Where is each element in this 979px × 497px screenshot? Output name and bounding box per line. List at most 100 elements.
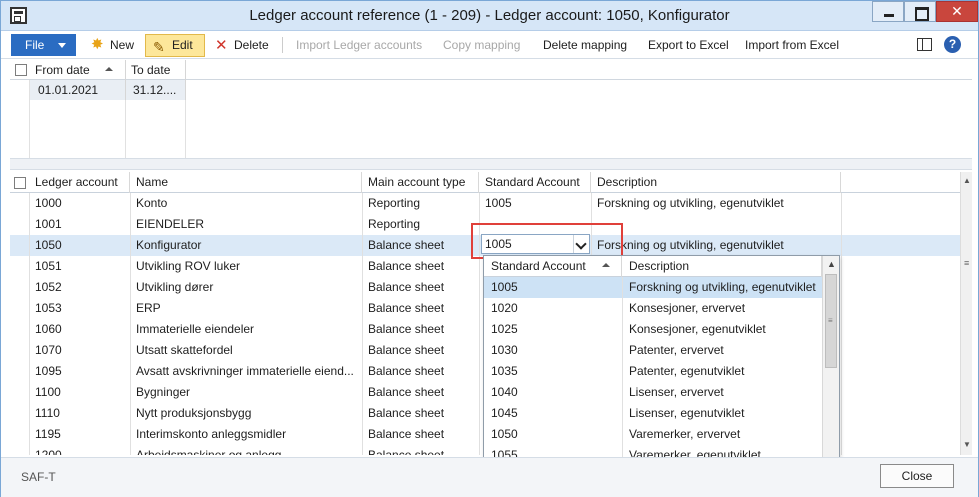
main-account-type-cell[interactable]: Reporting — [362, 193, 479, 214]
main-account-type-cell[interactable]: Balance sheet — [362, 235, 479, 256]
to-date-header[interactable]: To date — [126, 60, 186, 80]
from-date-cell[interactable]: 01.01.2021 — [30, 80, 126, 100]
name-cell[interactable]: Avsatt avskrivninger immaterielle eiend.… — [130, 361, 362, 382]
name-cell[interactable]: EIENDELER — [130, 214, 362, 235]
standard-account-header[interactable]: Standard Account — [479, 172, 591, 193]
lookup-description-cell[interactable]: Konsesjoner, ervervet — [622, 298, 822, 319]
ledger-account-cell[interactable]: 1200 — [29, 445, 130, 455]
name-cell[interactable]: Utvikling dører — [130, 277, 362, 298]
select-all-dates-checkbox[interactable] — [15, 64, 27, 76]
to-date-cell[interactable]: 31.12.... — [126, 80, 186, 100]
scroll-down-icon[interactable]: ▼ — [963, 440, 971, 449]
pane-divider[interactable] — [10, 158, 972, 170]
main-account-type-cell[interactable]: Balance sheet — [362, 277, 479, 298]
file-menu-button[interactable]: File — [11, 34, 76, 56]
ledger-account-cell[interactable]: 1001 — [29, 214, 130, 235]
new-button[interactable]: ✸ New — [90, 35, 134, 56]
ledger-account-cell[interactable]: 1195 — [29, 424, 130, 445]
edit-button[interactable]: ✎ Edit — [145, 34, 205, 57]
main-account-type-header[interactable]: Main account type — [362, 172, 479, 193]
ledger-account-header[interactable]: Ledger account — [29, 172, 130, 193]
scroll-thumb[interactable]: ≡ — [825, 274, 837, 368]
lookup-code-cell[interactable]: 1040 — [484, 382, 622, 403]
lookup-code-cell[interactable]: 1025 — [484, 319, 622, 340]
main-account-type-cell[interactable]: Balance sheet — [362, 403, 479, 424]
close-button[interactable]: Close — [880, 464, 954, 488]
lookup-description-header[interactable]: Description — [622, 256, 822, 277]
lookup-standard-account-header[interactable]: Standard Account — [484, 256, 622, 277]
name-cell[interactable]: Nytt produksjonsbygg — [130, 403, 362, 424]
table-row[interactable]: 1000 Konto Reporting 1005 Forskning og utvik… — [10, 193, 960, 214]
lookup-description-cell[interactable]: Patenter, egenutviklet — [622, 361, 822, 382]
lookup-row[interactable]: 1005 Forskning og utvikling, egenutviklet — [484, 277, 822, 298]
name-cell[interactable]: Immaterielle eiendeler — [130, 319, 362, 340]
scroll-up-icon[interactable]: ▲ — [827, 259, 836, 269]
delete-button[interactable]: ✕ Delete — [214, 35, 269, 56]
grid-vertical-scrollbar[interactable]: ▲ ≡ ▼ — [960, 172, 972, 455]
lookup-row[interactable]: 1035 Patenter, egenutviklet — [484, 361, 822, 382]
select-all-rows-checkbox[interactable] — [14, 177, 26, 189]
lookup-description-cell[interactable]: Konsesjoner, egenutviklet — [622, 319, 822, 340]
main-account-type-cell[interactable]: Balance sheet — [362, 382, 479, 403]
name-cell[interactable]: Utvikling ROV luker — [130, 256, 362, 277]
name-cell[interactable]: Utsatt skattefordel — [130, 340, 362, 361]
date-row[interactable]: 01.01.2021 31.12.... — [30, 80, 186, 100]
main-account-type-cell[interactable]: Balance sheet — [362, 298, 479, 319]
lookup-row[interactable]: 1030 Patenter, ervervet — [484, 340, 822, 361]
minimize-button[interactable] — [872, 1, 904, 22]
name-header[interactable]: Name — [130, 172, 362, 193]
ledger-account-cell[interactable]: 1110 — [29, 403, 130, 424]
main-account-type-cell[interactable]: Balance sheet — [362, 424, 479, 445]
lookup-row[interactable]: 1025 Konsesjoner, egenutviklet — [484, 319, 822, 340]
main-account-type-cell[interactable]: Balance sheet — [362, 319, 479, 340]
import-ledger-accounts-button[interactable]: Import Ledger accounts — [296, 35, 422, 56]
description-header[interactable]: Description — [591, 172, 841, 193]
name-cell[interactable]: ERP — [130, 298, 362, 319]
lookup-description-cell[interactable]: Forskning og utvikling, egenutviklet — [622, 277, 822, 298]
import-from-excel-button[interactable]: Import from Excel — [745, 35, 839, 56]
close-window-button[interactable]: ✕ — [936, 1, 978, 22]
ledger-account-cell[interactable]: 1095 — [29, 361, 130, 382]
lookup-row[interactable]: 1045 Lisenser, egenutviklet — [484, 403, 822, 424]
lookup-code-cell[interactable]: 1030 — [484, 340, 622, 361]
main-account-type-cell[interactable]: Reporting — [362, 214, 479, 235]
copy-mapping-button[interactable]: Copy mapping — [443, 35, 520, 56]
main-account-type-cell[interactable]: Balance sheet — [362, 445, 479, 455]
name-cell[interactable]: Konto — [130, 193, 362, 214]
lookup-vertical-scrollbar[interactable]: ▲ ≡ ▼ — [822, 256, 839, 482]
ledger-account-cell[interactable]: 1060 — [29, 319, 130, 340]
name-cell[interactable]: Bygninger — [130, 382, 362, 403]
lookup-code-cell[interactable]: 1050 — [484, 424, 622, 445]
help-icon[interactable]: ? — [944, 36, 961, 53]
description-cell[interactable] — [591, 214, 841, 235]
name-cell[interactable]: Konfigurator — [130, 235, 362, 256]
main-account-type-cell[interactable]: Balance sheet — [362, 340, 479, 361]
description-cell[interactable]: Forskning og utvikling, egenutviklet — [591, 235, 841, 256]
export-to-excel-button[interactable]: Export to Excel — [648, 35, 729, 56]
lookup-code-cell[interactable]: 1020 — [484, 298, 622, 319]
ledger-account-cell[interactable]: 1050 — [29, 235, 130, 256]
ledger-account-cell[interactable]: 1070 — [29, 340, 130, 361]
ledger-account-cell[interactable]: 1053 — [29, 298, 130, 319]
ledger-account-cell[interactable]: 1000 — [29, 193, 130, 214]
lookup-description-cell[interactable]: Lisenser, ervervet — [622, 382, 822, 403]
lookup-description-cell[interactable]: Lisenser, egenutviklet — [622, 403, 822, 424]
lookup-row[interactable]: 1020 Konsesjoner, ervervet — [484, 298, 822, 319]
standard-account-cell[interactable]: 1005 — [479, 193, 591, 214]
name-cell[interactable]: Interimskonto anleggsmidler — [130, 424, 362, 445]
main-account-type-cell[interactable]: Balance sheet — [362, 361, 479, 382]
lookup-description-cell[interactable]: Varemerker, ervervet — [622, 424, 822, 445]
delete-mapping-button[interactable]: Delete mapping — [543, 35, 627, 56]
name-cell[interactable]: Arbeidsmaskiner og anlegg — [130, 445, 362, 455]
ledger-account-cell[interactable]: 1051 — [29, 256, 130, 277]
ledger-account-cell[interactable]: 1052 — [29, 277, 130, 298]
ledger-account-cell[interactable]: 1100 — [29, 382, 130, 403]
from-date-header[interactable]: From date — [30, 60, 126, 80]
main-account-type-cell[interactable]: Balance sheet — [362, 256, 479, 277]
scroll-up-icon[interactable]: ▲ — [963, 176, 971, 185]
lookup-row[interactable]: 1050 Varemerker, ervervet — [484, 424, 822, 445]
lookup-code-cell[interactable]: 1035 — [484, 361, 622, 382]
lookup-description-cell[interactable]: Patenter, ervervet — [622, 340, 822, 361]
lookup-code-cell[interactable]: 1005 — [484, 277, 622, 298]
lookup-row[interactable]: 1040 Lisenser, ervervet — [484, 382, 822, 403]
